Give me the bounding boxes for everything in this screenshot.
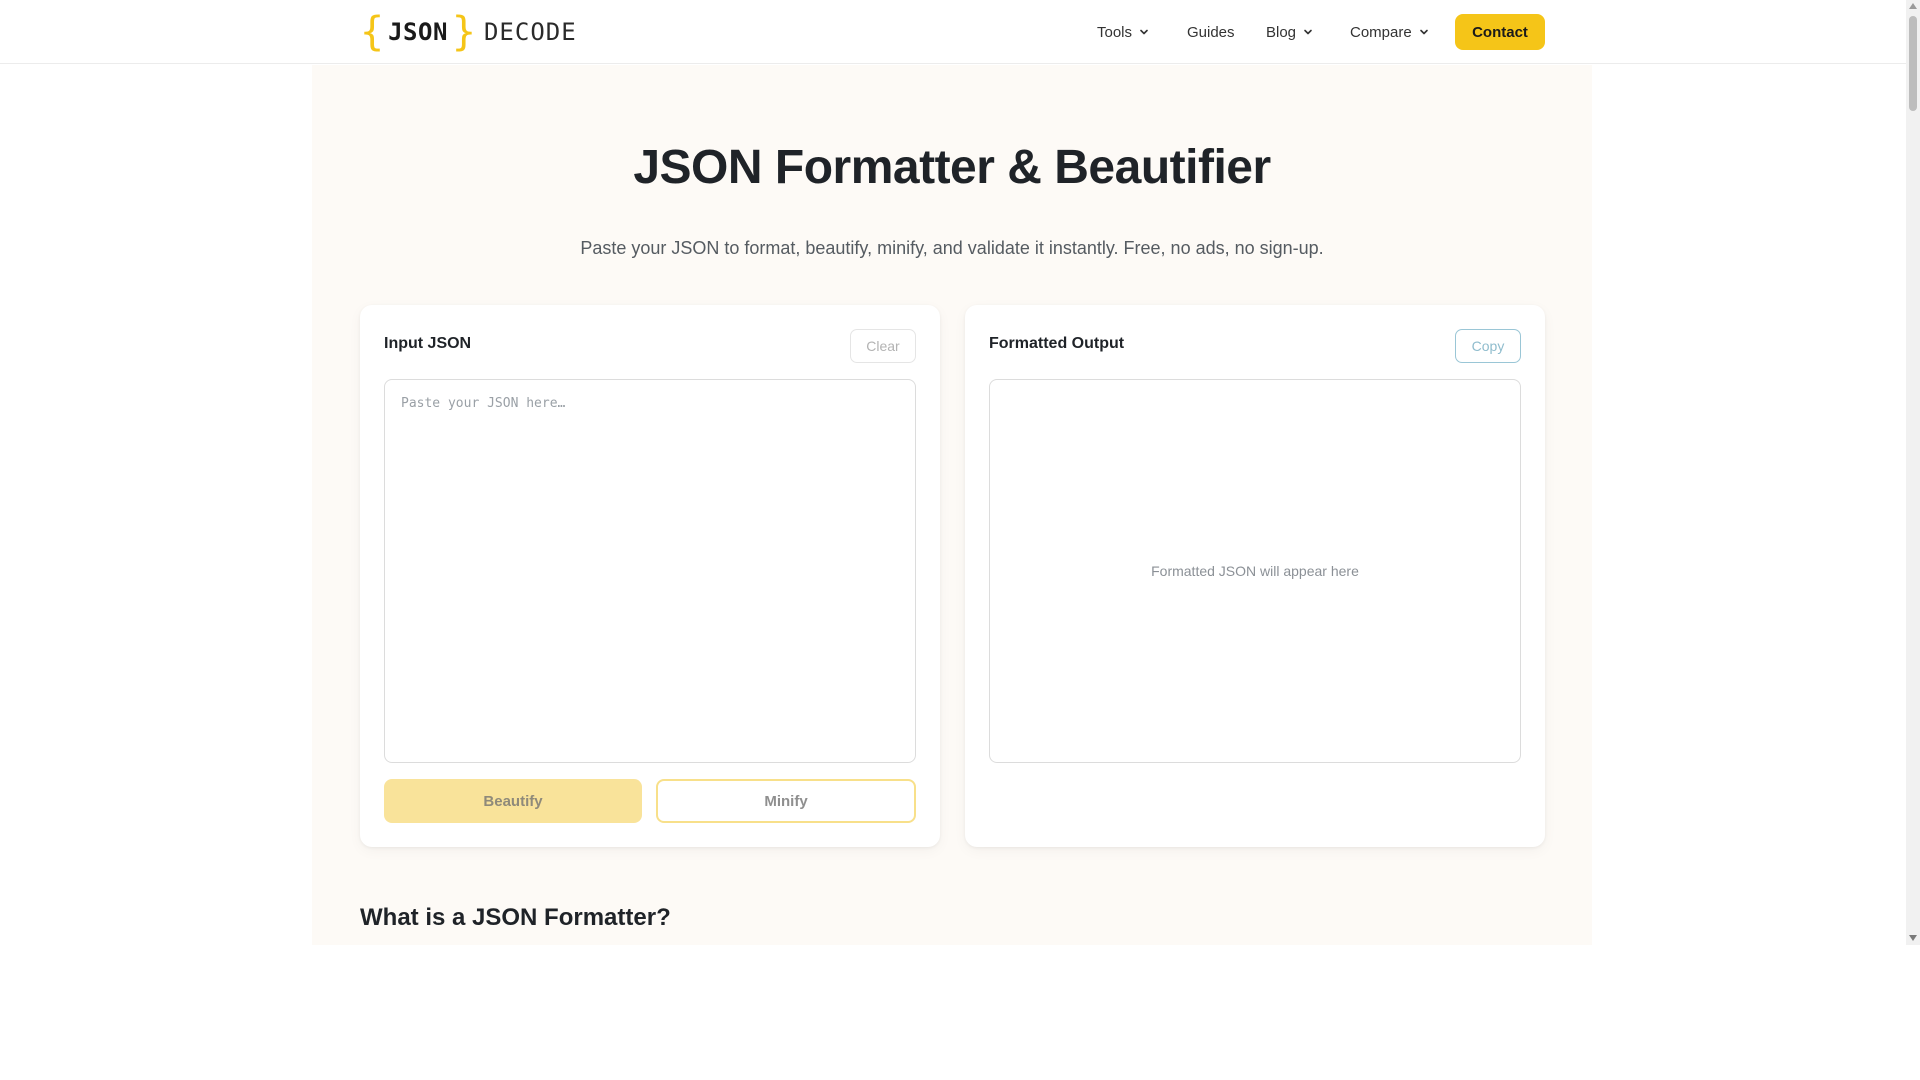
page-viewport: { JSON } DECODE Tools Guides Blog Compar… [0, 0, 1906, 945]
nav-item-label: Compare [1350, 23, 1412, 41]
nav-item-label: Tools [1097, 23, 1133, 41]
input-json-card: Input JSON Clear Beautify Minify [360, 305, 940, 847]
scrollbar-thumb[interactable] [1909, 16, 1917, 111]
logo-json-text: JSON [388, 18, 448, 46]
site-logo[interactable]: { JSON } DECODE [360, 12, 577, 52]
nav-item-guides[interactable]: Guides [1187, 14, 1235, 50]
page-subtitle: Paste your JSON to format, beautify, min… [580, 238, 1324, 258]
chevron-down-icon [1418, 26, 1430, 38]
json-input-textarea[interactable] [385, 380, 915, 762]
output-placeholder-text: Formatted JSON will appear here [1151, 563, 1359, 579]
formatted-output-area[interactable]: Formatted JSON will appear here [989, 379, 1521, 763]
nav-item-blog[interactable]: Blog [1266, 14, 1314, 50]
beautify-button[interactable]: Beautify [384, 779, 642, 823]
page-title: JSON Formatter & Beautifier [633, 141, 1271, 194]
chevron-down-icon [1138, 26, 1150, 38]
nav-item-compare[interactable]: Compare [1350, 14, 1430, 50]
chevron-down-icon [1302, 26, 1314, 38]
minify-button[interactable]: Minify [656, 779, 916, 823]
nav-item-tools[interactable]: Tools [1097, 14, 1150, 50]
page-scrollbar[interactable] [1906, 0, 1920, 945]
logo-bracket-close: } [451, 9, 476, 55]
arrow-up-icon[interactable] [1909, 3, 1917, 9]
formatted-output-card: Formatted Output Copy Formatted JSON wil… [965, 305, 1545, 847]
arrow-down-icon[interactable] [1909, 935, 1917, 941]
input-json-title: Input JSON [384, 335, 472, 352]
json-input-editor [384, 379, 916, 763]
clear-button[interactable]: Clear [850, 329, 916, 363]
nav-item-label: Guides [1187, 23, 1235, 41]
copy-button[interactable]: Copy [1455, 329, 1521, 363]
logo-bracket-open: { [360, 9, 385, 55]
formatted-output-title: Formatted Output [989, 335, 1125, 352]
site-header: { JSON } DECODE Tools Guides Blog Compar… [0, 0, 1906, 64]
contact-button[interactable]: Contact [1455, 14, 1545, 50]
logo-decode-text: DECODE [483, 18, 577, 46]
section-heading-what-is: What is a JSON Formatter? [360, 904, 671, 931]
nav-item-label: Blog [1266, 23, 1297, 41]
